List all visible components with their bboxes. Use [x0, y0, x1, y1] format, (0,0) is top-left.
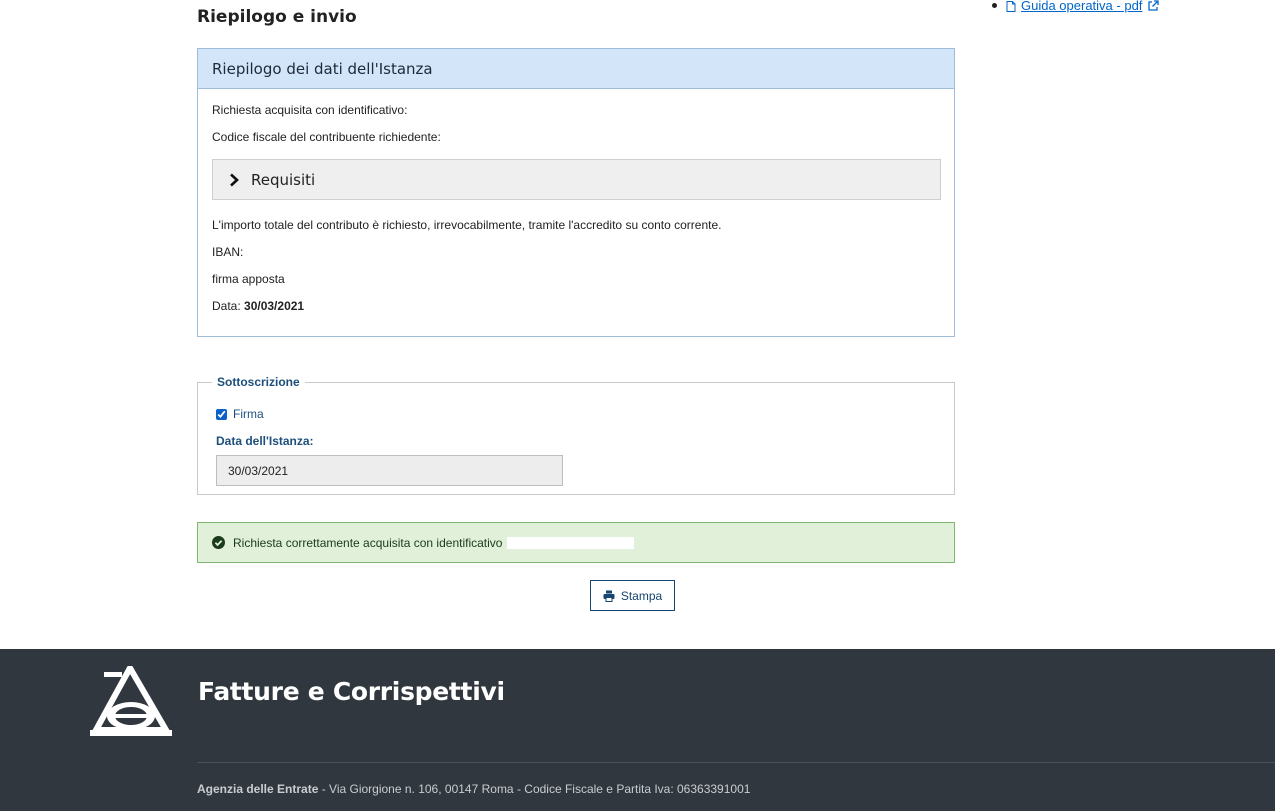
- data-row: Data: 30/03/2021: [212, 299, 940, 326]
- summary-body: Richiesta acquisita con identificativo: …: [198, 89, 954, 326]
- redacted-identificativo: [507, 536, 635, 549]
- chevron-right-icon: [230, 173, 239, 186]
- footer-info: Agenzia delle Entrate - Via Giorgione n.…: [197, 782, 750, 796]
- requisiti-label: Requisiti: [251, 170, 316, 189]
- pdf-icon: [1006, 0, 1016, 12]
- side-link-item: Guida operativa - pdf: [992, 0, 1160, 13]
- firma-checkbox[interactable]: [216, 408, 227, 420]
- requisiti-accordion[interactable]: Requisiti: [212, 159, 941, 200]
- data-row-label: Data:: [212, 299, 241, 313]
- site-footer: Fatture e Corrispettivi Agenzia delle En…: [0, 649, 1275, 811]
- firma-label: Firma: [233, 407, 264, 421]
- footer-address: - Via Giorgione n. 106, 00147 Roma - Cod…: [318, 782, 751, 796]
- printer-icon: [603, 590, 615, 602]
- summary-panel: Riepilogo dei dati dell'Istanza Richiest…: [197, 48, 955, 337]
- side-links: Guida operativa - pdf: [992, 0, 1160, 13]
- iban-row: IBAN:: [212, 245, 244, 259]
- stampa-label: Stampa: [620, 588, 663, 603]
- sottoscrizione-legend: Sottoscrizione: [212, 375, 305, 389]
- agenzia-entrate-logo: [90, 666, 172, 736]
- guida-operativa-link[interactable]: Guida operativa - pdf: [1006, 0, 1160, 13]
- footer-org: Agenzia delle Entrate: [197, 782, 319, 796]
- check-circle-icon: [212, 536, 225, 549]
- data-istanza-label: Data dell'Istanza:: [216, 434, 314, 448]
- footer-title: Fatture e Corrispettivi: [198, 677, 505, 706]
- summary-title: Riepilogo dei dati dell'Istanza: [198, 49, 954, 89]
- success-alert-text: Richiesta correttamente acquisita con id…: [233, 535, 503, 550]
- stampa-button[interactable]: Stampa: [590, 580, 675, 611]
- firma-checkbox-row[interactable]: Firma: [216, 407, 264, 421]
- page-title: Riepilogo e invio: [197, 7, 357, 27]
- importo-text: L'importo totale del contributo è richie…: [212, 218, 722, 232]
- guida-operativa-label: Guida operativa - pdf: [1021, 0, 1143, 13]
- data-row-value: 30/03/2021: [244, 299, 305, 313]
- sottoscrizione-fieldset: Sottoscrizione Firma Data dell'Istanza:: [197, 375, 955, 495]
- firma-apposta-text: firma apposta: [212, 272, 285, 286]
- codice-fiscale-row: Codice fiscale del contribuente richiede…: [212, 130, 441, 144]
- footer-divider: [197, 762, 1275, 763]
- identificativo-row: Richiesta acquisita con identificativo:: [212, 103, 408, 117]
- success-alert: Richiesta correttamente acquisita con id…: [197, 522, 955, 563]
- external-link-icon: [1148, 0, 1160, 11]
- data-istanza-input[interactable]: [216, 455, 563, 486]
